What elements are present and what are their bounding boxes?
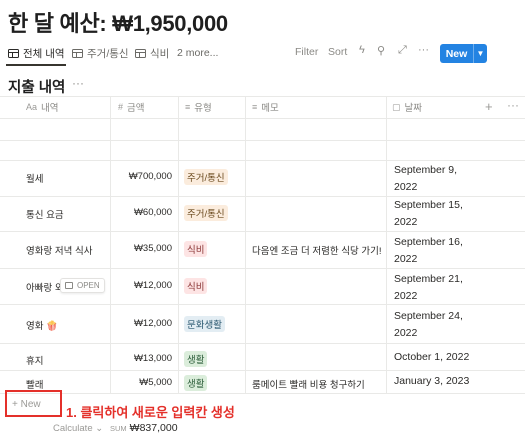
page-title: 한 달 예산: ₩1,950,000 (8, 11, 228, 36)
calendar-icon: ▢ (392, 101, 401, 112)
new-button-label: New (445, 47, 468, 60)
type-tag[interactable]: 생활 (184, 375, 208, 391)
table-icon (72, 48, 83, 58)
search-icon[interactable]: ⚲ (377, 44, 385, 57)
cell-name[interactable]: 영화 🍿 (26, 318, 58, 332)
divider (0, 343, 525, 344)
cell-amount[interactable]: ₩700,000 (114, 171, 172, 182)
cell-name[interactable]: 아빠랑 외 (26, 280, 64, 294)
tab-housing[interactable]: 주거/통신 (72, 42, 129, 64)
type-tag[interactable]: 생활 (184, 351, 208, 367)
column-header-amount[interactable]: # 금액 (118, 100, 145, 114)
cell-amount[interactable]: ₩60,000 (114, 207, 172, 218)
cell-name[interactable]: 휴지 (26, 353, 43, 367)
divider (178, 96, 179, 393)
calculate-dropdown[interactable]: Calculate ⌄ (53, 423, 103, 434)
cell-date[interactable]: October 1, 2022 (394, 349, 469, 366)
chevron-down-icon[interactable]: ▼ (474, 49, 487, 58)
number-property-icon: # (118, 102, 124, 112)
text-property-icon: ≡ (252, 102, 258, 112)
cell-date[interactable]: September 9, 2022 (394, 162, 457, 196)
column-header-date[interactable]: ▢ 날짜 (392, 100, 422, 115)
chevron-down-icon: ⌄ (95, 423, 104, 434)
divider (0, 370, 525, 371)
cell-date[interactable]: September 24, 2022 (394, 308, 463, 342)
sum-value[interactable]: SUM ₩837,000 (110, 422, 178, 434)
tab-all-history[interactable]: 전체 내역 (8, 42, 65, 64)
tab-label: 주거/통신 (87, 47, 129, 60)
divider (0, 393, 525, 394)
type-tag[interactable]: 식비 (184, 278, 208, 294)
divider (386, 96, 387, 393)
type-tag[interactable]: 식비 (184, 241, 208, 257)
divider (0, 96, 525, 97)
add-column-icon[interactable]: + (485, 99, 493, 114)
column-more-icon[interactable]: ··· (507, 98, 519, 112)
sort-button[interactable]: Sort (328, 46, 347, 58)
calculate-label: Calculate (53, 423, 93, 434)
cell-date[interactable]: September 15, 2022 (394, 197, 463, 231)
column-label: 유형 (194, 103, 212, 114)
open-page-icon (65, 282, 73, 289)
cell-amount[interactable]: ₩12,000 (114, 318, 172, 329)
table-icon (8, 48, 19, 58)
divider (0, 268, 525, 269)
new-button[interactable]: New ▼ (440, 44, 487, 63)
tab-more[interactable]: 2 more... (177, 42, 218, 64)
cell-name[interactable]: 월세 (26, 171, 43, 185)
sum-label: SUM (110, 424, 127, 433)
column-header-memo[interactable]: ≡ 메모 (252, 100, 279, 114)
divider (245, 96, 246, 393)
tab-food[interactable]: 식비 (135, 42, 169, 64)
column-header-type[interactable]: ≡ 유형 (185, 100, 212, 114)
cell-amount[interactable]: ₩5,000 (114, 377, 172, 388)
cell-date[interactable]: September 21, 2022 (394, 271, 463, 305)
column-label: 메모 (261, 103, 279, 114)
divider (0, 231, 525, 232)
section-title: 지출 내역 (8, 80, 66, 96)
text-property-icon: Aa (26, 102, 38, 112)
divider (0, 118, 525, 119)
active-tab-indicator (6, 64, 66, 66)
table-icon (135, 48, 146, 58)
type-tag[interactable]: 주거/통신 (184, 205, 228, 221)
cell-memo[interactable]: 다음엔 조금 더 저렴한 식당 가기! (252, 243, 381, 257)
sum-amount: ₩837,000 (129, 422, 178, 434)
type-tag[interactable]: 주거/통신 (184, 169, 228, 185)
select-property-icon: ≡ (185, 102, 191, 112)
column-label: 내역 (41, 103, 59, 114)
cell-amount[interactable]: ₩35,000 (114, 243, 172, 254)
annotation-text: 1. 클릭하여 새로운 입력칸 생성 (66, 405, 235, 420)
column-label: 날짜 (404, 103, 422, 114)
expand-icon[interactable]: ⤢ (398, 44, 407, 57)
row-open-button[interactable]: OPEN (60, 278, 105, 293)
lightning-icon[interactable]: ϟ (359, 44, 365, 56)
more-icon[interactable]: ··· (418, 44, 429, 56)
tab-label: 식비 (150, 47, 170, 60)
cell-name[interactable]: 빨래 (26, 377, 43, 391)
cell-amount[interactable]: ₩12,000 (114, 280, 172, 291)
divider (0, 140, 525, 141)
divider (0, 160, 525, 161)
cell-memo[interactable]: 룸메이트 빨래 비용 청구하기 (252, 377, 365, 391)
cell-amount[interactable]: ₩13,000 (114, 353, 172, 364)
section-more-icon[interactable]: ··· (72, 76, 84, 90)
cell-date[interactable]: January 3, 2023 (394, 373, 469, 390)
cell-name[interactable]: 통신 요금 (26, 207, 64, 221)
open-label: OPEN (77, 281, 100, 290)
column-header-name[interactable]: Aa 내역 (26, 100, 59, 114)
type-tag[interactable]: 문화생활 (184, 316, 225, 332)
filter-button[interactable]: Filter (295, 46, 318, 58)
annotation-highlight (5, 390, 62, 417)
cell-date[interactable]: September 16, 2022 (394, 234, 463, 268)
tab-label: 전체 내역 (23, 47, 65, 60)
cell-name[interactable]: 영화랑 저녁 식사 (26, 243, 92, 257)
column-label: 금액 (127, 103, 145, 114)
divider (110, 96, 111, 393)
